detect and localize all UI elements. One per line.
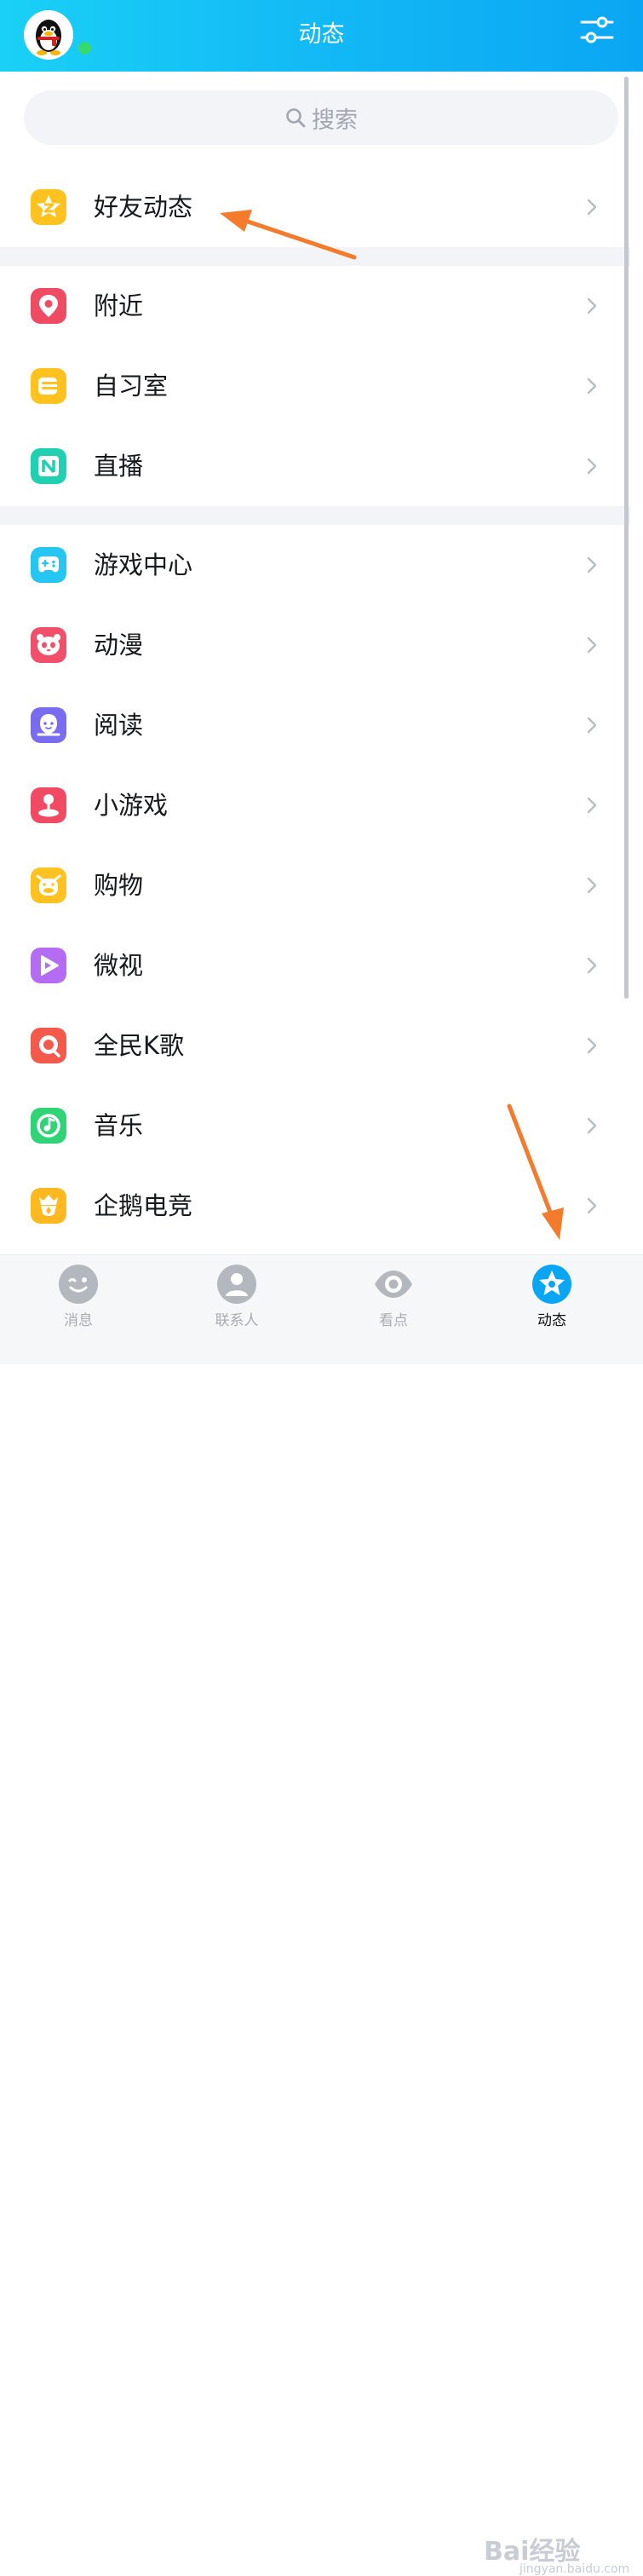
location-pin-icon <box>31 288 66 324</box>
tab-messages[interactable]: 消息 <box>27 1255 129 1364</box>
live-icon <box>31 448 66 484</box>
tab-watch[interactable]: 看点 <box>342 1255 445 1364</box>
chevron-right-icon <box>587 556 597 573</box>
item-label: 购物 <box>94 871 144 900</box>
item-label: 企鹅电竞 <box>94 1191 193 1220</box>
item-label: 附近 <box>94 291 144 320</box>
list-item-live[interactable]: 直播 <box>0 426 630 506</box>
list-item-game-center[interactable]: 游戏中心 <box>0 525 630 605</box>
book-reader-icon <box>31 707 66 743</box>
watermark-url: jingyan.baidu.com <box>520 2562 630 2576</box>
list-item-anime[interactable]: 动漫 <box>0 605 630 685</box>
esports-icon <box>31 1188 66 1224</box>
list-item-weishi[interactable]: 微视 <box>0 925 630 1006</box>
section-divider <box>0 506 630 525</box>
search-icon <box>286 108 306 128</box>
tab-label: 消息 <box>64 1312 93 1329</box>
list-item-shopping[interactable]: 购物 <box>0 845 630 925</box>
chevron-right-icon <box>587 1197 597 1214</box>
list-item-study-room[interactable]: 自习室 <box>0 346 630 426</box>
list-item-nearby[interactable]: 附近 <box>0 266 630 346</box>
shopping-cow-icon <box>31 867 66 903</box>
chevron-right-icon <box>587 1037 597 1054</box>
item-label: 微视 <box>94 951 144 980</box>
study-room-icon <box>31 368 66 404</box>
tab-label: 看点 <box>379 1312 408 1329</box>
item-label: 阅读 <box>94 711 144 740</box>
message-icon <box>59 1265 98 1304</box>
item-label: 全民K歌 <box>94 1031 185 1060</box>
friend-feed-icon <box>31 189 66 225</box>
sliders-icon <box>580 16 614 43</box>
list-item-music[interactable]: 音乐 <box>0 1086 630 1166</box>
list-item-esports[interactable]: 企鹅电竞 <box>0 1166 630 1246</box>
list-item-friend-feed[interactable]: 好友动态 <box>0 167 630 247</box>
search-placeholder: 搜索 <box>312 107 358 134</box>
item-label: 自习室 <box>94 372 169 401</box>
karaoke-icon <box>31 1028 66 1063</box>
gamepad-icon <box>31 547 66 583</box>
chevron-right-icon <box>587 1117 597 1134</box>
list-item-reading[interactable]: 阅读 <box>0 685 630 765</box>
settings-button[interactable] <box>579 12 615 48</box>
chevron-right-icon <box>587 199 597 216</box>
chevron-right-icon <box>587 957 597 974</box>
tab-feed[interactable]: 动态 <box>501 1255 603 1364</box>
tab-contacts[interactable]: 联系人 <box>186 1255 288 1364</box>
list-item-mini-games[interactable]: 小游戏 <box>0 765 630 845</box>
item-label: 直播 <box>94 452 144 481</box>
section-divider <box>0 247 630 266</box>
list-item-karaoke[interactable]: 全民K歌 <box>0 1006 630 1086</box>
search-input[interactable]: 搜索 <box>24 90 618 145</box>
panda-icon <box>31 627 66 663</box>
star-feed-icon <box>532 1265 571 1304</box>
item-label: 动漫 <box>94 631 144 660</box>
chevron-right-icon <box>587 797 597 814</box>
play-icon <box>31 948 66 983</box>
item-label: 游戏中心 <box>94 550 193 579</box>
chevron-right-icon <box>587 458 597 475</box>
top-bar: 动态 <box>0 0 643 72</box>
contacts-icon <box>217 1265 256 1304</box>
feature-list: 好友动态 附近 自习室 直播 游戏中心 动漫 阅读 小游戏 购物 微视 全民K歌… <box>0 167 630 1246</box>
chevron-right-icon <box>587 717 597 734</box>
item-label: 音乐 <box>94 1111 144 1140</box>
tab-label: 动态 <box>537 1312 566 1329</box>
chevron-right-icon <box>587 637 597 654</box>
joystick-icon <box>31 787 66 823</box>
chevron-right-icon <box>587 877 597 894</box>
tab-label: 联系人 <box>215 1312 259 1329</box>
page-title: 动态 <box>298 21 345 48</box>
chevron-right-icon <box>587 377 597 395</box>
item-label: 小游戏 <box>94 791 169 820</box>
item-label: 好友动态 <box>94 193 193 222</box>
scrollbar[interactable] <box>624 77 629 999</box>
bottom-tab-bar: 消息 联系人 看点 动态 Bai经验 jingyan.baidu.com <box>0 1254 643 2576</box>
chevron-right-icon <box>587 297 597 314</box>
search-bar[interactable]: 搜索 <box>24 90 618 145</box>
eye-icon <box>375 1271 412 1298</box>
music-icon <box>31 1108 66 1144</box>
